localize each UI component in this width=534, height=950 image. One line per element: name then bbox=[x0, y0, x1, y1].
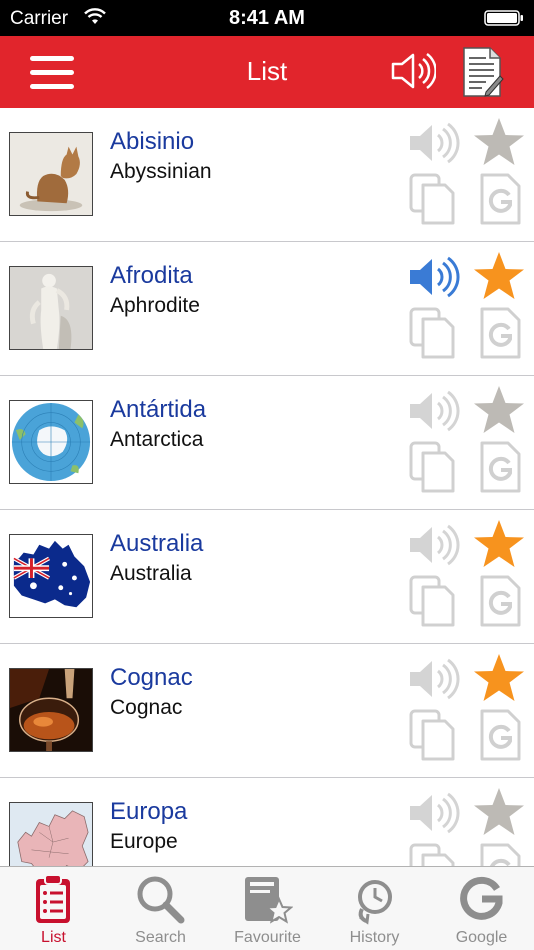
copy-icon[interactable] bbox=[408, 440, 456, 494]
list-item[interactable]: Australia Australia bbox=[0, 510, 534, 644]
speaker-icon[interactable] bbox=[390, 50, 436, 92]
spanish-word: Abisinio bbox=[110, 128, 195, 155]
play-sound-icon[interactable] bbox=[408, 388, 460, 434]
tab-history[interactable]: History bbox=[321, 867, 428, 950]
page-title: List bbox=[246, 56, 288, 86]
antarctica-globe-image bbox=[9, 400, 93, 484]
favourite-star-icon[interactable] bbox=[472, 250, 526, 302]
document-icon[interactable] bbox=[460, 46, 504, 98]
play-sound-icon[interactable] bbox=[408, 120, 460, 166]
list-item[interactable]: Afrodita Aphrodite bbox=[0, 242, 534, 376]
play-sound-icon[interactable] bbox=[408, 522, 460, 568]
list-item[interactable]: Cognac Cognac bbox=[0, 644, 534, 778]
tab-google[interactable]: Google bbox=[428, 867, 534, 950]
status-bar: Carrier 8:41 AM bbox=[0, 0, 534, 36]
copy-icon[interactable] bbox=[408, 172, 456, 226]
spanish-word: Europa bbox=[110, 798, 188, 825]
status-time: 8:41 AM bbox=[229, 7, 305, 29]
google-icon bbox=[460, 876, 503, 920]
favourite-star-icon[interactable] bbox=[472, 786, 526, 838]
spanish-word: Antártida bbox=[110, 396, 207, 423]
favourite-star-icon[interactable] bbox=[472, 652, 526, 704]
clock-history-icon bbox=[358, 880, 392, 925]
magnifier-icon bbox=[137, 876, 185, 924]
copy-icon[interactable] bbox=[408, 708, 456, 762]
spanish-word: Australia bbox=[110, 530, 204, 557]
english-translation: Abyssinian bbox=[110, 160, 212, 183]
list-item[interactable]: Antártida Antarctica bbox=[0, 376, 534, 510]
tab-label: Search bbox=[135, 929, 186, 946]
english-translation: Cognac bbox=[110, 696, 183, 719]
tab-label: Favourite bbox=[234, 929, 301, 946]
google-search-icon[interactable] bbox=[478, 842, 522, 866]
tab-label: Google bbox=[455, 929, 508, 946]
clipboard-list-icon bbox=[36, 874, 70, 923]
copy-icon[interactable] bbox=[408, 842, 456, 866]
tab-label: History bbox=[349, 929, 400, 946]
english-translation: Antarctica bbox=[110, 428, 204, 451]
cognac-glass-image bbox=[9, 668, 93, 752]
favourite-star-icon[interactable] bbox=[472, 518, 526, 570]
tab-search[interactable]: Search bbox=[107, 867, 214, 950]
tab-favourite[interactable]: Favourite bbox=[214, 867, 321, 950]
google-search-icon[interactable] bbox=[478, 172, 522, 226]
english-translation: Europe bbox=[110, 830, 178, 853]
tab-label: List bbox=[41, 929, 66, 946]
tab-bar: List Search Favourite History Google bbox=[0, 866, 534, 950]
word-list[interactable]: Abisinio Abyssinian Afrodita Aphrodite A… bbox=[0, 108, 534, 866]
google-search-icon[interactable] bbox=[478, 440, 522, 494]
list-item[interactable]: Abisinio Abyssinian bbox=[0, 108, 534, 242]
play-sound-icon[interactable] bbox=[408, 656, 460, 702]
favourite-star-icon[interactable] bbox=[472, 384, 526, 436]
spanish-word: Afrodita bbox=[110, 262, 193, 289]
book-star-icon bbox=[245, 877, 293, 924]
favourite-star-icon[interactable] bbox=[472, 116, 526, 168]
cat-image bbox=[9, 132, 93, 216]
google-search-icon[interactable] bbox=[478, 574, 522, 628]
list-item[interactable]: Europa Europe bbox=[0, 778, 534, 866]
english-translation: Aphrodite bbox=[110, 294, 200, 317]
tab-list[interactable]: List bbox=[0, 867, 107, 950]
statue-image bbox=[9, 266, 93, 350]
nav-bar: List bbox=[0, 36, 534, 108]
google-search-icon[interactable] bbox=[478, 306, 522, 360]
spanish-word: Cognac bbox=[110, 664, 193, 691]
play-sound-icon[interactable] bbox=[408, 254, 460, 300]
english-translation: Australia bbox=[110, 562, 192, 585]
google-search-icon[interactable] bbox=[478, 708, 522, 762]
battery-icon bbox=[484, 10, 523, 26]
play-sound-icon[interactable] bbox=[408, 790, 460, 836]
copy-icon[interactable] bbox=[408, 574, 456, 628]
copy-icon[interactable] bbox=[408, 306, 456, 360]
europe-map-image bbox=[9, 802, 93, 866]
australia-flag-map-image bbox=[9, 534, 93, 618]
